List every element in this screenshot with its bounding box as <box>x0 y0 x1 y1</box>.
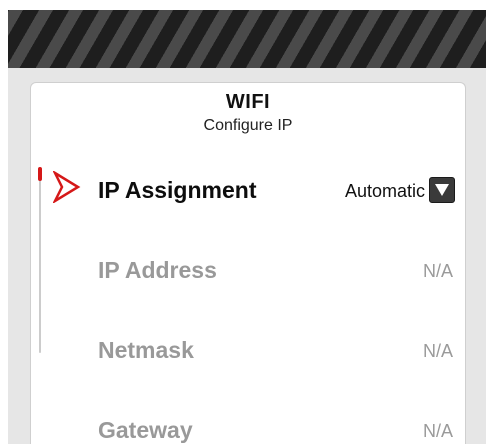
dropdown-button[interactable] <box>429 177 455 203</box>
page-title: WIFI <box>225 91 271 113</box>
setting-row-gateway[interactable]: Gateway N/A <box>31 411 465 444</box>
setting-value[interactable]: Automatic <box>345 181 425 202</box>
setting-label: Netmask <box>98 337 194 363</box>
setting-label: IP Address <box>98 257 217 283</box>
setting-row-ip-address[interactable]: IP Address N/A <box>31 251 465 291</box>
setting-row-netmask[interactable]: Netmask N/A <box>31 331 465 371</box>
setting-value: N/A <box>422 341 453 361</box>
wifi-config-panel: WIFI Configure IP IP Assignment Automati… <box>30 82 466 444</box>
setting-label: Gateway <box>98 417 193 443</box>
triangle-down-icon <box>435 184 449 196</box>
setting-value: N/A <box>422 261 453 281</box>
setting-label: IP Assignment <box>98 177 257 203</box>
hazard-stripe-header <box>8 10 486 68</box>
setting-row-ip-assignment[interactable]: IP Assignment Automatic <box>31 171 465 211</box>
page-subtitle: Configure IP <box>203 117 293 134</box>
setting-value: N/A <box>422 421 453 441</box>
